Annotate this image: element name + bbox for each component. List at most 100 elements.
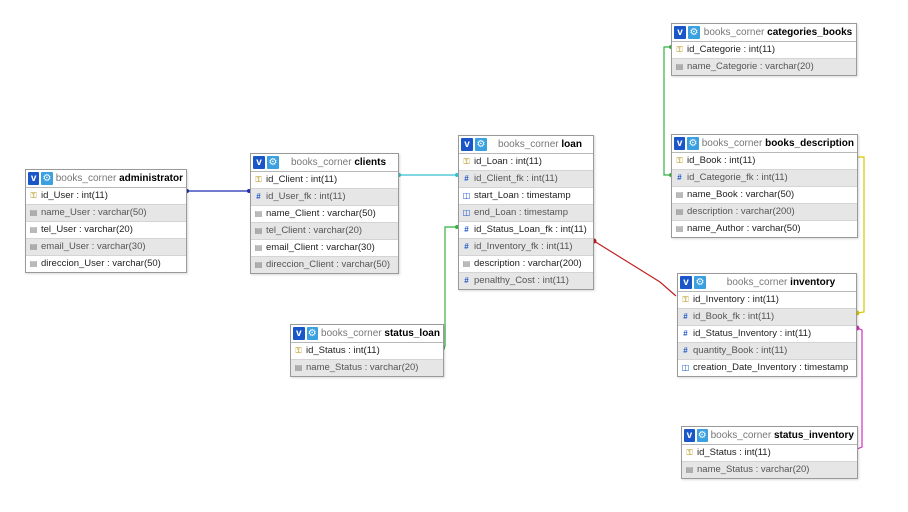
column-row[interactable]: # id_User_fk : int(11) <box>251 189 398 206</box>
column-row[interactable]: ▤ name_Client : varchar(50) <box>251 206 398 223</box>
table-name: status_inventory <box>773 430 854 441</box>
table-options-icon[interactable]: ⚙ <box>688 26 700 39</box>
table-options-icon[interactable]: ⚙ <box>696 429 708 442</box>
number-field-icon: # <box>683 329 688 338</box>
key-icon: ⚿ <box>676 156 683 165</box>
column-label: creation_Date_Inventory : timestamp <box>693 362 849 373</box>
column-row[interactable]: ▤ email_Client : varchar(30) <box>251 240 398 257</box>
table-name: clients <box>354 157 387 168</box>
table-title: books_corner loan <box>487 139 593 150</box>
table-status-loan[interactable]: v ⚙ books_corner status_loan ⚿ id_Status … <box>290 324 444 377</box>
table-administrator[interactable]: v ⚙ books_corner administrator ⚿ id_User … <box>25 169 187 273</box>
text-field-icon: ▤ <box>294 363 303 372</box>
timestamp-field-icon: ◫ <box>462 208 471 217</box>
column-row[interactable]: # id_Book_fk : int(11) <box>678 309 856 326</box>
table-options-icon[interactable]: ⚙ <box>694 276 706 289</box>
key-icon: ⚿ <box>676 45 683 54</box>
relation-line-loan-status-loan <box>442 226 458 349</box>
column-row[interactable]: ▤ direccion_User : varchar(50) <box>26 256 186 272</box>
table-header[interactable]: v ⚙ books_corner loan <box>459 136 593 154</box>
table-options-icon[interactable]: ⚙ <box>475 138 487 151</box>
column-label: id_User : int(11) <box>41 190 108 201</box>
table-loan[interactable]: v ⚙ books_corner loan ⚿ id_Loan : int(11)… <box>458 135 594 290</box>
column-row[interactable]: ▤ name_Book : varchar(50) <box>672 187 857 204</box>
table-header[interactable]: v ⚙ books_corner clients <box>251 154 398 172</box>
collapse-toggle-icon[interactable]: v <box>684 429 695 442</box>
column-row[interactable]: ◫ start_Loan : timestamp <box>459 188 593 205</box>
column-row[interactable]: ⚿ id_Status : int(11) <box>291 343 443 360</box>
column-label: name_User : varchar(50) <box>41 207 147 218</box>
column-row[interactable]: ▤ direccion_Client : varchar(50) <box>251 257 398 273</box>
column-row[interactable]: ▤ email_User : varchar(30) <box>26 239 186 256</box>
collapse-toggle-icon[interactable]: v <box>674 137 686 150</box>
column-label: id_Status : int(11) <box>306 345 380 356</box>
column-row[interactable]: # quantity_Book : int(11) <box>678 343 856 360</box>
timestamp-field-icon: ◫ <box>462 191 471 200</box>
column-row[interactable]: # id_Inventory_fk : int(11) <box>459 239 593 256</box>
column-label: email_User : varchar(30) <box>41 241 146 252</box>
collapse-toggle-icon[interactable]: v <box>293 327 305 340</box>
column-row[interactable]: ▤ name_Status : varchar(20) <box>682 462 857 478</box>
column-row[interactable]: ▤ name_Status : varchar(20) <box>291 360 443 376</box>
database-name: books_corner <box>498 139 559 150</box>
table-header[interactable]: v ⚙ books_corner categories_books <box>672 24 856 42</box>
column-row[interactable]: ▤ tel_Client : varchar(20) <box>251 223 398 240</box>
relation-line-categories-books-description <box>663 46 671 176</box>
table-header[interactable]: v ⚙ books_corner status_loan <box>291 325 443 343</box>
column-label: direccion_Client : varchar(50) <box>266 259 391 270</box>
table-header[interactable]: v ⚙ books_corner status_inventory <box>682 427 857 445</box>
table-name: loan <box>561 139 582 150</box>
column-label: id_Book : int(11) <box>687 155 756 166</box>
column-row[interactable]: # id_Status_Loan_fk : int(11) <box>459 222 593 239</box>
column-row[interactable]: # id_Client_fk : int(11) <box>459 171 593 188</box>
table-header[interactable]: v ⚙ books_corner administrator <box>26 170 186 188</box>
column-row[interactable]: ▤ description : varchar(200) <box>459 256 593 273</box>
column-row[interactable]: ⚿ id_User : int(11) <box>26 188 186 205</box>
collapse-toggle-icon[interactable]: v <box>28 172 40 185</box>
database-name: books_corner <box>290 157 352 168</box>
table-options-icon[interactable]: ⚙ <box>306 327 319 340</box>
column-row[interactable]: # id_Status_Inventory : int(11) <box>678 326 856 343</box>
table-categories-books[interactable]: v ⚙ books_corner categories_books ⚿ id_Ca… <box>671 23 857 76</box>
table-name: inventory <box>790 277 836 288</box>
table-options-icon[interactable]: ⚙ <box>41 172 53 185</box>
column-row[interactable]: ▤ name_Categorie : varchar(20) <box>672 59 856 75</box>
table-books-description[interactable]: v ⚙ books_corner books_description ⚿ id_B… <box>671 134 858 238</box>
column-label: quantity_Book : int(11) <box>693 345 788 356</box>
table-header[interactable]: v ⚙ books_corner inventory <box>678 274 856 292</box>
table-clients[interactable]: v ⚙ books_corner clients ⚿ id_Client : in… <box>250 153 399 274</box>
column-label: tel_User : varchar(20) <box>41 224 133 235</box>
column-label: name_Status : varchar(20) <box>697 464 810 475</box>
text-field-icon: ▤ <box>254 226 263 235</box>
column-row[interactable]: ▤ tel_User : varchar(20) <box>26 222 186 239</box>
column-row[interactable]: ⚿ id_Categorie : int(11) <box>672 42 856 59</box>
column-label: id_Inventory : int(11) <box>693 294 779 305</box>
database-name: books_corner <box>703 27 765 38</box>
column-row[interactable]: ⚿ id_Inventory : int(11) <box>678 292 856 309</box>
column-row[interactable]: ⚿ id_Loan : int(11) <box>459 154 593 171</box>
collapse-toggle-icon[interactable]: v <box>680 276 692 289</box>
column-row[interactable]: ▤ description : varchar(200) <box>672 204 857 221</box>
number-field-icon: # <box>464 174 469 183</box>
column-label: id_Book_fk : int(11) <box>693 311 775 322</box>
table-inventory[interactable]: v ⚙ books_corner inventory ⚿ id_Inventory… <box>677 273 857 377</box>
column-row[interactable]: ⚿ id_Status : int(11) <box>682 445 857 462</box>
column-row[interactable]: # id_Categorie_fk : int(11) <box>672 170 857 187</box>
column-row[interactable]: ▤ name_User : varchar(50) <box>26 205 186 222</box>
collapse-toggle-icon[interactable]: v <box>674 26 686 39</box>
column-row[interactable]: ⚿ id_Book : int(11) <box>672 153 857 170</box>
table-options-icon[interactable]: ⚙ <box>687 137 699 150</box>
column-row[interactable]: ◫ end_Loan : timestamp <box>459 205 593 222</box>
column-row[interactable]: ⚿ id_Client : int(11) <box>251 172 398 189</box>
table-status-inventory[interactable]: v ⚙ books_corner status_inventory ⚿ id_St… <box>681 426 858 479</box>
column-label: name_Author : varchar(50) <box>687 223 801 234</box>
table-options-icon[interactable]: ⚙ <box>267 156 279 169</box>
database-name: books_corner <box>55 173 117 184</box>
collapse-toggle-icon[interactable]: v <box>461 138 473 151</box>
collapse-toggle-icon[interactable]: v <box>253 156 265 169</box>
column-row[interactable]: ▤ name_Author : varchar(50) <box>672 221 857 237</box>
table-header[interactable]: v ⚙ books_corner books_description <box>672 135 857 153</box>
column-row[interactable]: # penalthy_Cost : int(11) <box>459 273 593 289</box>
column-row[interactable]: ◫ creation_Date_Inventory : timestamp <box>678 360 856 376</box>
table-title: books_corner status_inventory <box>708 430 857 441</box>
